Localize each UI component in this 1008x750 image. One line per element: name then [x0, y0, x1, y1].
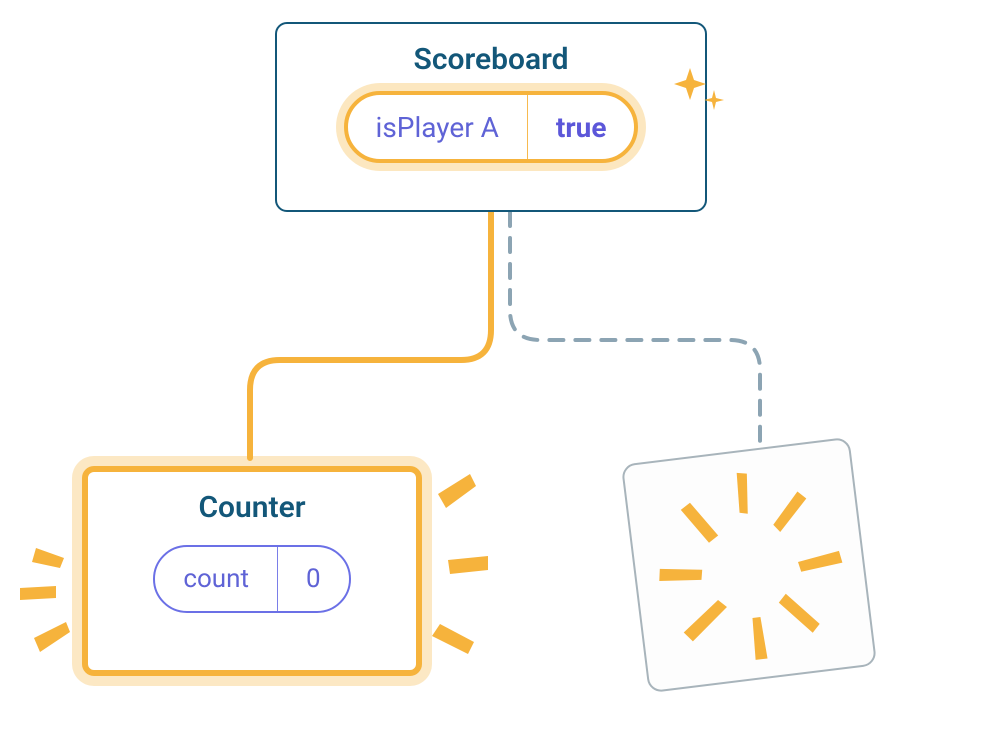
connector-scoreboard-counter — [250, 212, 491, 458]
diagram-canvas: Scoreboard isPlayer A true Counter count… — [0, 0, 1008, 750]
scoreboard-title: Scoreboard — [414, 42, 569, 77]
connector-scoreboard-removed — [510, 212, 760, 448]
pill-separator — [527, 95, 528, 159]
scoreboard-state-pill: isPlayer A true — [344, 91, 639, 163]
poof-icon — [623, 439, 877, 694]
scoreboard-state-label: isPlayer A — [348, 95, 527, 159]
counter-state-label: count — [155, 547, 277, 611]
sparkle-icon — [670, 62, 730, 122]
pill-separator — [277, 547, 278, 611]
node-removed-placeholder — [621, 437, 877, 693]
counter-title: Counter — [198, 490, 305, 525]
node-scoreboard: Scoreboard isPlayer A true — [275, 22, 707, 212]
scoreboard-state-value: true — [528, 95, 635, 159]
node-counter: Counter count 0 — [82, 466, 422, 676]
counter-state-value: 0 — [278, 547, 349, 611]
counter-state-pill: count 0 — [153, 545, 350, 613]
